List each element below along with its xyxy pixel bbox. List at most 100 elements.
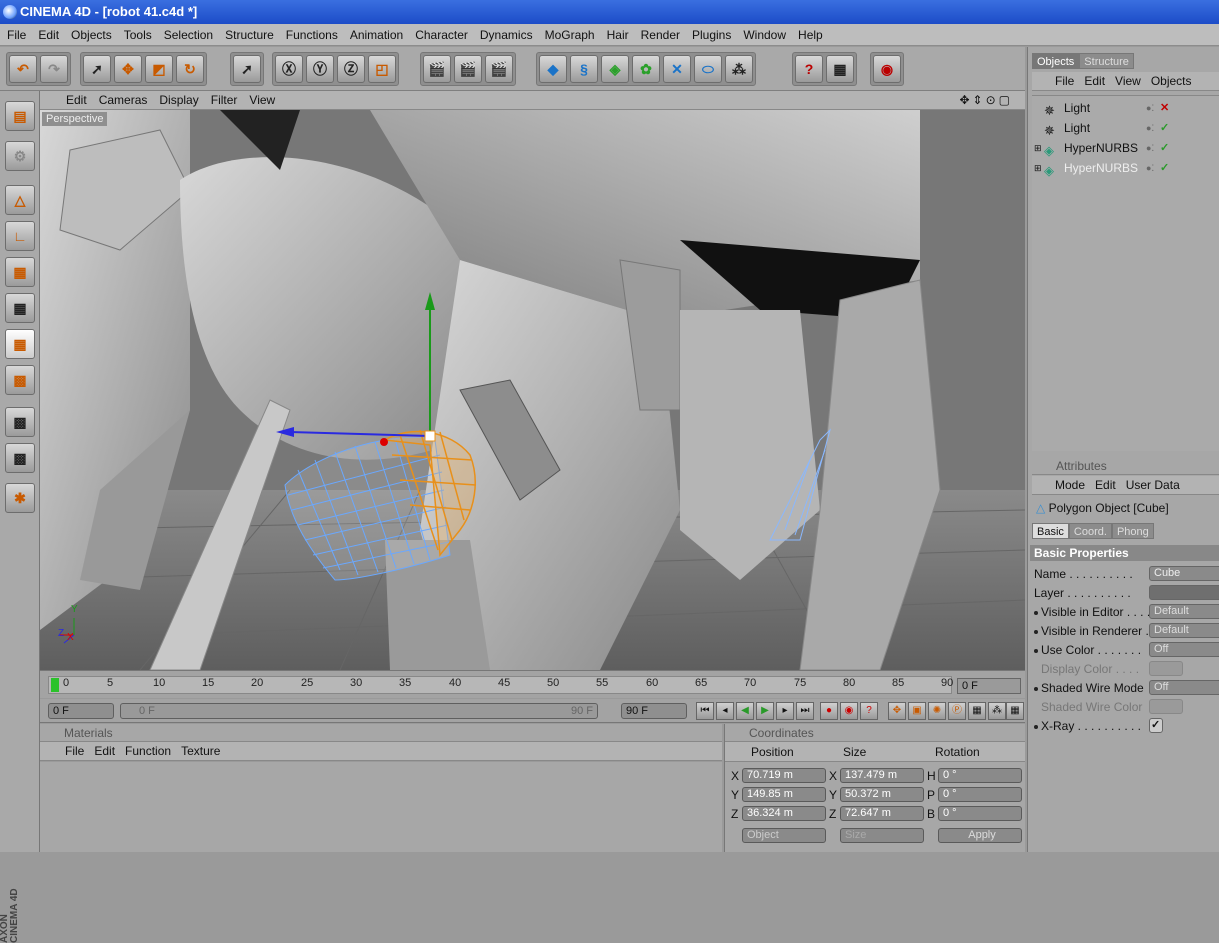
materials-area[interactable] <box>40 762 722 852</box>
use-model-mode-icon[interactable]: ▤ <box>5 101 35 131</box>
shaded-wire-mode-select[interactable]: Off <box>1149 680 1219 695</box>
animation-dot-icon[interactable] <box>1034 648 1038 653</box>
web-globe-icon[interactable]: ◉ <box>873 55 901 83</box>
workplane-icon[interactable]: ▩ <box>5 407 35 437</box>
animation-dot-icon[interactable] <box>1034 724 1038 729</box>
key-scale-icon[interactable]: ▣ <box>908 702 926 720</box>
enabled-state-icon[interactable]: ✓ <box>1160 138 1169 158</box>
record-icon[interactable]: ● <box>820 702 838 720</box>
snap-icon[interactable]: ▩ <box>5 443 35 473</box>
goto-end-button[interactable]: ⏭ <box>796 702 814 720</box>
visibility-dots-icon[interactable]: ●⁚ <box>1146 138 1154 158</box>
size-y-field[interactable]: 50.372 m <box>840 787 924 802</box>
scale-tool-button[interactable]: ◩ <box>145 55 173 83</box>
viewport-menu-cameras[interactable]: Cameras <box>93 91 154 110</box>
preview-range-slider[interactable]: 0 F 90 F <box>120 703 598 719</box>
rot-p-field[interactable]: 0 ° <box>938 787 1022 802</box>
timeline-ruler[interactable]: 0 5 10 15 20 25 30 35 40 45 50 55 60 65 … <box>48 676 953 694</box>
viewport-menu-edit[interactable]: Edit <box>60 91 93 110</box>
materials-menu-function[interactable]: Function <box>120 742 176 761</box>
menu-animation[interactable]: Animation <box>343 24 408 46</box>
menu-mograph[interactable]: MoGraph <box>538 24 600 46</box>
tab-objects[interactable]: Objects <box>1032 53 1080 69</box>
enabled-state-icon[interactable]: ✓ <box>1160 158 1169 178</box>
expand-icon[interactable]: ⊞ <box>1034 158 1042 178</box>
scene-object-icon[interactable]: ⬭ <box>694 55 722 83</box>
menu-character[interactable]: Character <box>408 24 473 46</box>
redo-button[interactable]: ↷ <box>40 55 68 83</box>
use-object-axis-icon[interactable]: ⚙ <box>5 141 35 171</box>
key-position-icon[interactable]: ✥ <box>888 702 906 720</box>
size-x-field[interactable]: 137.479 m <box>840 768 924 783</box>
materials-menu-file[interactable]: File <box>60 742 89 761</box>
key-rotation-icon[interactable]: ✺ <box>928 702 946 720</box>
menu-structure[interactable]: Structure <box>218 24 279 46</box>
use-object-mode-icon[interactable]: △ <box>5 185 35 215</box>
viewport-navigation-icons[interactable]: ✥⇕⊙▢ <box>953 91 1019 110</box>
rot-b-field[interactable]: 0 ° <box>938 806 1022 821</box>
objects-menu-edit[interactable]: Edit <box>1079 72 1110 91</box>
menu-selection[interactable]: Selection <box>157 24 218 46</box>
menu-edit[interactable]: Edit <box>31 24 64 46</box>
menu-file[interactable]: File <box>0 24 31 46</box>
key-point-icon[interactable]: ⁂ <box>988 702 1006 720</box>
use-polygons-mode-icon[interactable]: ▦ <box>5 329 35 359</box>
attributes-menu-user-data[interactable]: User Data <box>1121 476 1185 495</box>
x-axis-lock-icon[interactable]: Ⓧ <box>275 55 303 83</box>
pos-z-field[interactable]: 36.324 m <box>742 806 826 821</box>
menu-tools[interactable]: Tools <box>117 24 157 46</box>
layout-icon[interactable]: ▦ <box>826 55 854 83</box>
animation-dot-icon[interactable] <box>1034 629 1038 634</box>
rotate-tool-button[interactable]: ↻ <box>176 55 204 83</box>
timeline-playhead[interactable] <box>51 678 59 692</box>
list-item[interactable]: ⊞ ◈ HyperNURBS ●⁚ ✓ <box>1032 138 1219 158</box>
layer-field[interactable] <box>1149 585 1219 600</box>
menu-hair[interactable]: Hair <box>600 24 634 46</box>
tab-structure[interactable]: Structure <box>1079 53 1134 69</box>
deformer-icon[interactable]: ✕ <box>663 55 691 83</box>
use-axis-mode-icon[interactable]: ∟ <box>5 221 35 251</box>
tab-basic[interactable]: Basic <box>1032 523 1069 539</box>
next-frame-button[interactable]: ▸ <box>776 702 794 720</box>
menu-help[interactable]: Help <box>791 24 828 46</box>
key-parameter-icon[interactable]: Ⓟ <box>948 702 966 720</box>
play-forward-button[interactable]: ▶ <box>756 702 774 720</box>
size-z-field[interactable]: 72.647 m <box>840 806 924 821</box>
expand-icon[interactable]: ⊞ <box>1034 138 1042 158</box>
enabled-state-icon[interactable]: ✓ <box>1160 118 1169 138</box>
menu-plugins[interactable]: Plugins <box>685 24 736 46</box>
render-view-icon[interactable]: 🎬 <box>423 55 451 83</box>
sculpt-icon[interactable]: ✱ <box>5 483 35 513</box>
apply-button[interactable]: Apply <box>938 828 1022 843</box>
undo-button[interactable]: ↶ <box>9 55 37 83</box>
list-item[interactable]: ✵ Light ●⁚ ✓ <box>1032 118 1219 138</box>
objects-menu-file[interactable]: File <box>1050 72 1079 91</box>
materials-menu-edit[interactable]: Edit <box>89 742 120 761</box>
visible-in-editor-select[interactable]: Default <box>1149 604 1219 619</box>
last-tool-button[interactable]: ➚ <box>233 55 261 83</box>
live-selection-button[interactable]: ➚ <box>83 55 111 83</box>
visibility-dots-icon[interactable]: ●⁚ <box>1146 118 1154 138</box>
play-backward-button[interactable]: ◀ <box>736 702 754 720</box>
end-frame-field[interactable]: 90 F <box>621 703 687 719</box>
render-region-icon[interactable]: 🎬 <box>454 55 482 83</box>
use-points-mode-icon[interactable]: ▦ <box>5 257 35 287</box>
menu-render[interactable]: Render <box>634 24 685 46</box>
playback-options-icon[interactable]: ▦ <box>1006 702 1024 720</box>
use-edges-mode-icon[interactable]: ▦ <box>5 293 35 323</box>
goto-start-button[interactable]: ⏮ <box>696 702 714 720</box>
list-item[interactable]: ✵ Light ●⁚ ✕ <box>1032 98 1219 118</box>
robot-3d-render[interactable] <box>40 110 1025 670</box>
pos-x-field[interactable]: 70.719 m <box>742 768 826 783</box>
start-frame-field[interactable]: 0 F <box>48 703 114 719</box>
visibility-dots-icon[interactable]: ●⁚ <box>1146 158 1154 178</box>
xray-checkbox[interactable]: ✓ <box>1149 718 1163 733</box>
prev-frame-button[interactable]: ◂ <box>716 702 734 720</box>
spline-pen-icon[interactable]: § <box>570 55 598 83</box>
rot-h-field[interactable]: 0 ° <box>938 768 1022 783</box>
viewport-menu-view[interactable]: View <box>243 91 281 110</box>
y-axis-lock-icon[interactable]: Ⓨ <box>306 55 334 83</box>
array-icon[interactable]: ✿ <box>632 55 660 83</box>
animation-dot-icon[interactable] <box>1034 686 1038 691</box>
use-color-select[interactable]: Off <box>1149 642 1219 657</box>
